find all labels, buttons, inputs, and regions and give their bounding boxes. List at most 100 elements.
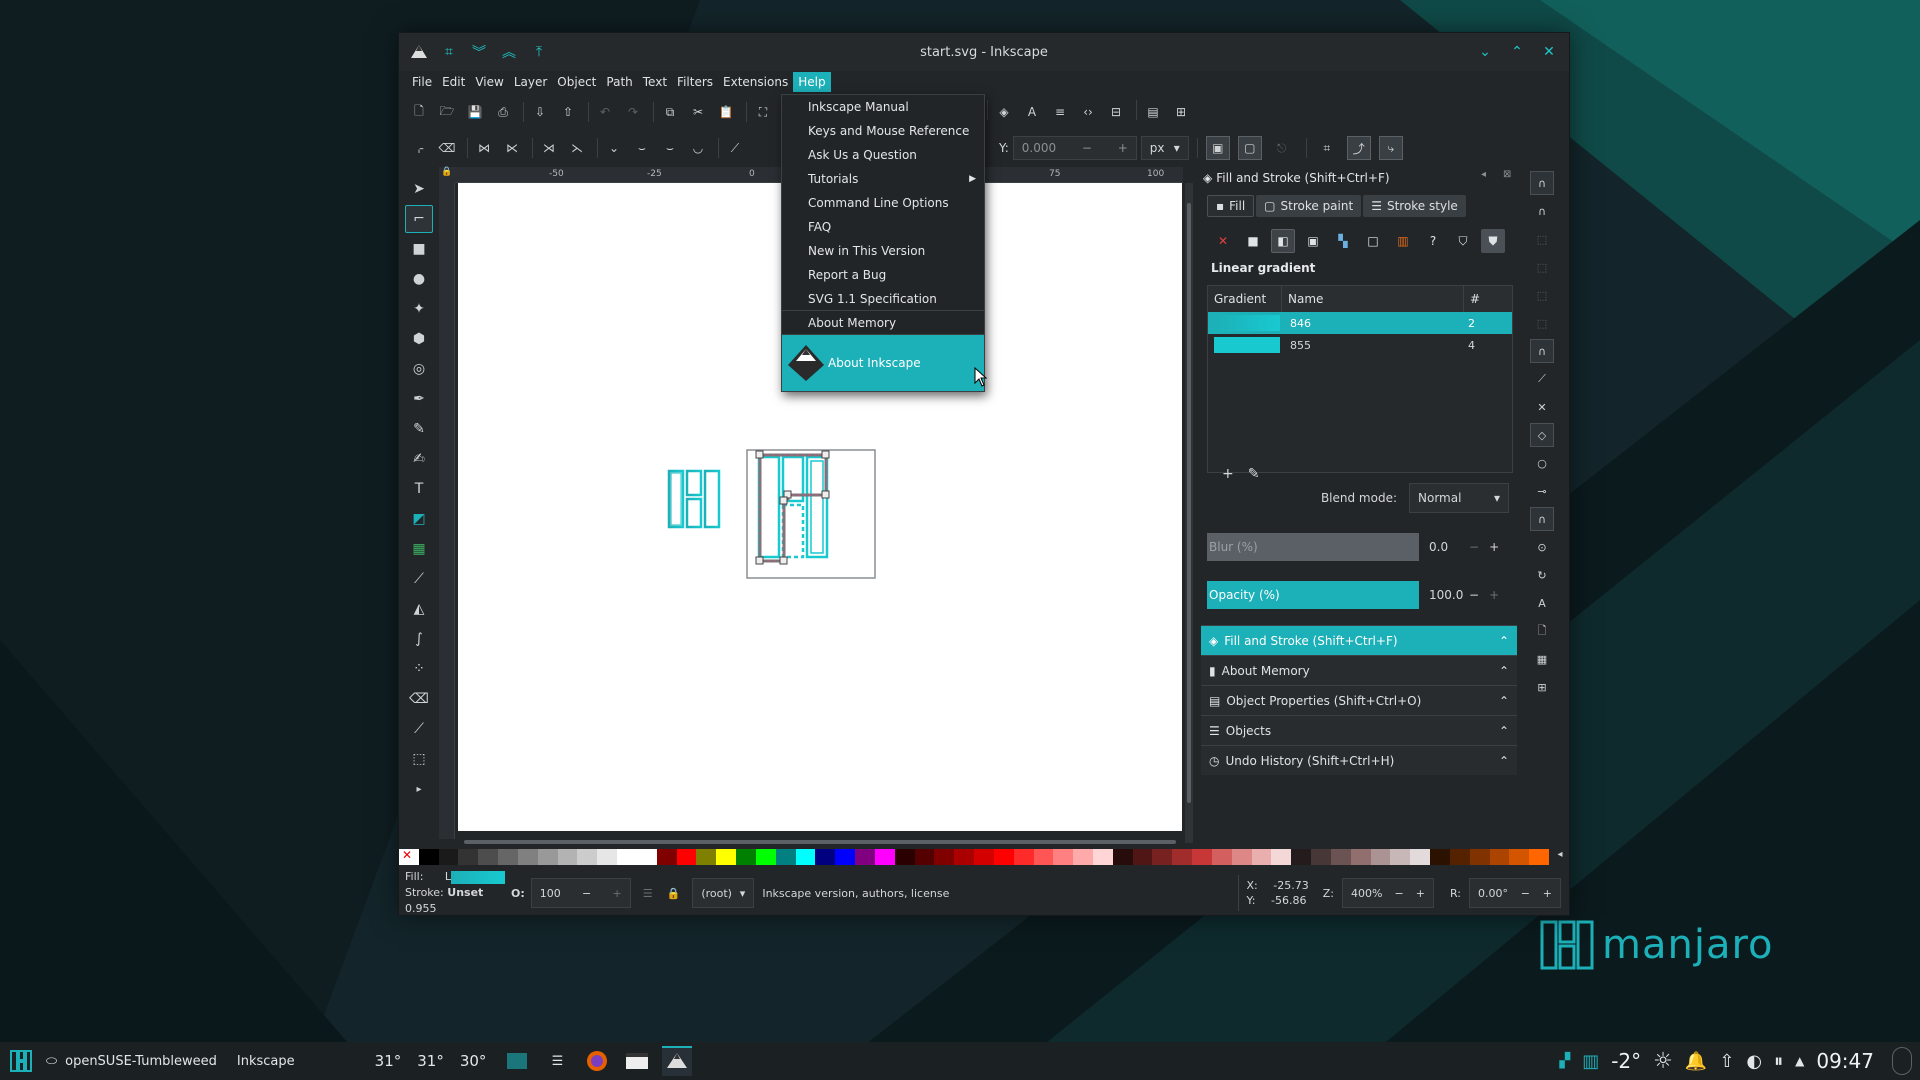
snap-bbox-midpoint-icon[interactable]: ⬚ — [1530, 283, 1554, 307]
layer-select[interactable]: (root) ▾ — [692, 878, 755, 908]
minus-icon[interactable]: − — [1469, 540, 1479, 554]
activity-switcher[interactable]: ⬭ openSUSE-Tumbleweed — [36, 1054, 227, 1069]
palette-swatch[interactable] — [1370, 849, 1391, 865]
minimize-icon[interactable]: ⌄ — [1473, 40, 1497, 64]
mesh-tool-icon[interactable]: ▦ — [405, 535, 433, 563]
radial-gradient-icon[interactable]: ▣ — [1301, 229, 1325, 253]
palette-swatch[interactable] — [1529, 849, 1550, 865]
tab-stroke-style[interactable]: ☰ Stroke style — [1363, 195, 1466, 217]
menu-view[interactable]: View — [470, 72, 508, 92]
palette-swatch[interactable] — [993, 849, 1014, 865]
show-handles-icon[interactable]: ▢ — [1237, 136, 1262, 160]
menu-item-report-bug[interactable]: Report a Bug — [782, 263, 984, 287]
dock-about-memory[interactable]: ▮ About Memory ⌃ — [1201, 655, 1517, 685]
ellipse-tool-icon[interactable]: ● — [405, 265, 433, 293]
inkscape-taskbar-icon[interactable] — [662, 1046, 693, 1076]
palette-swatch[interactable] — [438, 849, 459, 865]
menu-help[interactable]: Help — [793, 72, 831, 92]
open-icon[interactable]: 🗁 — [435, 100, 459, 124]
gradient-tool-icon[interactable]: ◩ — [405, 505, 433, 533]
join-nodes-icon[interactable]: ⋈ — [472, 136, 496, 160]
keep-above-icon[interactable]: ⤒ — [527, 40, 551, 64]
edit-gradient-icon[interactable]: ✎ — [1248, 466, 1260, 482]
palette-swatch[interactable] — [1132, 849, 1153, 865]
import-icon[interactable]: ⇩ — [528, 100, 552, 124]
blur-slider[interactable]: Blur (%) — [1207, 533, 1419, 561]
panel-close-icon[interactable]: ⊠ — [1503, 169, 1511, 180]
column-name[interactable]: Name — [1282, 286, 1464, 312]
layer-lock-icon[interactable]: 🔒 — [667, 887, 681, 900]
snap-toggle-icon[interactable]: ∩ — [1530, 171, 1554, 195]
panel-float-icon[interactable]: ◂ — [1481, 169, 1486, 180]
tab-fill[interactable]: ▪ Fill — [1207, 195, 1255, 217]
menu-item-ask-question[interactable]: Ask Us a Question — [782, 143, 984, 167]
column-gradient[interactable]: Gradient — [1208, 286, 1282, 312]
minus-icon[interactable]: − — [582, 887, 591, 900]
menu-item-new-version[interactable]: New in This Version — [782, 239, 984, 263]
pencil-tool-icon[interactable]: ✎ — [405, 415, 433, 443]
document-properties-icon[interactable]: ▤ — [1141, 100, 1165, 124]
mesh-gradient-icon[interactable]: ▚ — [1331, 229, 1355, 253]
fill-swatch[interactable] — [451, 870, 506, 884]
palette-swatch[interactable] — [1192, 849, 1212, 865]
palette-swatch[interactable] — [1053, 849, 1074, 865]
swatch-icon[interactable]: ▥ — [1391, 229, 1415, 253]
palette-swatch[interactable] — [1350, 849, 1371, 865]
media-player-icon[interactable]: ⏸ — [1774, 1051, 1783, 1072]
inkscape-app-icon[interactable] — [407, 40, 431, 64]
no-paint-icon[interactable]: ✕ — [1211, 229, 1235, 253]
palette-swatch[interactable] — [874, 849, 895, 865]
plus-icon[interactable]: + — [1416, 887, 1425, 900]
text-tool-icon[interactable]: T — [405, 475, 433, 503]
palette-swatch[interactable] — [478, 849, 499, 865]
palette-swatch[interactable] — [1251, 849, 1272, 865]
palette-swatch[interactable] — [855, 849, 875, 865]
palette-menu-icon[interactable]: ◂ — [1549, 849, 1569, 865]
palette-swatch[interactable] — [1390, 849, 1411, 865]
spiral-tool-icon[interactable]: ◎ — [405, 355, 433, 383]
fill-rule-nonzero-icon[interactable]: ⛊ — [1481, 229, 1505, 253]
menu-extensions[interactable]: Extensions — [718, 72, 793, 92]
snap-grid-icon[interactable]: ▦ — [1530, 647, 1554, 671]
menu-object[interactable]: Object — [552, 72, 601, 92]
3d-box-tool-icon[interactable]: ⬢ — [405, 325, 433, 353]
copy-icon[interactable]: ⧉ — [658, 100, 682, 124]
menu-edit[interactable]: Edit — [437, 72, 470, 92]
palette-swatch[interactable] — [934, 849, 955, 865]
system-settings-icon[interactable]: ☰ — [542, 1046, 572, 1076]
delete-segment-icon[interactable]: ⋋ — [565, 136, 589, 160]
palette-swatch[interactable] — [1073, 849, 1093, 865]
snap-text-baseline-icon[interactable]: A — [1530, 591, 1554, 615]
selector-tool-icon[interactable]: ➤ — [405, 175, 433, 203]
palette-swatch[interactable] — [974, 849, 994, 865]
gradient-row[interactable]: 846 2 — [1208, 312, 1512, 334]
linear-gradient-icon[interactable]: ◧ — [1271, 229, 1295, 253]
palette-swatch[interactable] — [954, 849, 975, 865]
snap-guide-icon[interactable]: ⊞ — [1530, 675, 1554, 699]
palette-swatch[interactable] — [1231, 849, 1252, 865]
show-outline-icon[interactable]: ⎋ — [1270, 136, 1294, 160]
break-path-icon[interactable]: ⋉ — [500, 136, 524, 160]
rotate-spinbox[interactable]: 0.00° − + — [1469, 878, 1561, 908]
double-chevron-up-icon[interactable]: ︽ — [497, 40, 521, 64]
weather-sun-icon[interactable]: ☼ — [1653, 1049, 1673, 1074]
snap-cusp-icon[interactable]: ◇ — [1530, 423, 1554, 447]
expand-toolbox-icon[interactable]: ▸ — [405, 775, 433, 803]
palette-swatch[interactable] — [1271, 849, 1292, 865]
palette-swatch[interactable] — [1033, 849, 1054, 865]
node-symmetric-icon[interactable]: ⌣ — [658, 136, 682, 160]
menu-item-svg-spec[interactable]: SVG 1.1 Specification — [782, 287, 984, 311]
menu-file[interactable]: File — [407, 72, 437, 92]
node-auto-icon[interactable]: ◡ — [686, 136, 710, 160]
menu-item-about-inkscape[interactable]: About Inkscape — [782, 335, 988, 391]
palette-swatch[interactable] — [755, 849, 776, 865]
palette-swatch[interactable] — [1509, 849, 1530, 865]
snap-bbox-center-icon[interactable]: ⬚ — [1530, 311, 1554, 335]
menu-item-keys-mouse[interactable]: Keys and Mouse Reference — [782, 119, 984, 143]
minus-icon[interactable]: − — [1521, 887, 1530, 900]
palette-swatch[interactable] — [517, 849, 538, 865]
snap-bbox-edge-icon[interactable]: ⬚ — [1530, 227, 1554, 251]
application-launcher-icon[interactable] — [6, 1046, 36, 1076]
palette-swatch[interactable] — [894, 849, 915, 865]
menu-layer[interactable]: Layer — [509, 72, 552, 92]
